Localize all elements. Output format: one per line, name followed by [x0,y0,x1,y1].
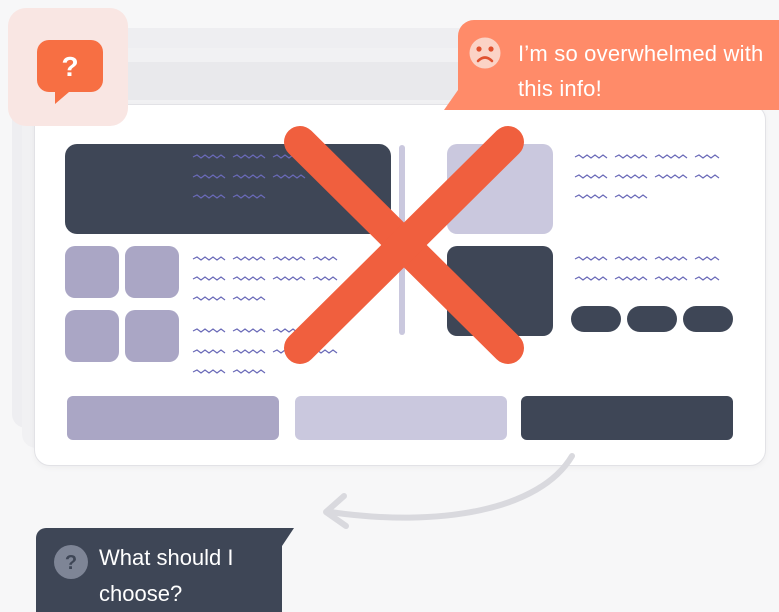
question-text: What should I choose? [99,545,234,606]
squiggle-line [192,154,226,159]
squiggle-line [694,276,720,281]
red-cross-mark [284,126,524,364]
squiggle-line [192,256,226,261]
squiggle-line [694,174,720,179]
squiggle-line [192,328,226,333]
squiggle-line [574,174,608,179]
svg-text:?: ? [65,552,77,574]
squiggle-line [232,256,266,261]
squiggle-line [574,276,608,281]
speech-bubble-text: I’m so overwhelmed with this info! [518,41,764,101]
squiggle-line [232,296,266,301]
sad-face-icon [469,37,501,69]
squiggle-line [232,276,266,281]
squiggle-line [614,256,648,261]
squiggle-line [192,296,226,301]
squiggle-line [654,174,688,179]
squiggle-line [192,174,226,179]
squiggle-line [192,194,226,199]
squiggle-line [232,194,266,199]
question-bubble-icon: ? [37,40,103,104]
squiggle-line [574,154,608,159]
curved-arrow-icon [323,453,575,529]
question-circle-icon: ? [54,545,88,579]
squiggle-line [232,174,266,179]
squiggle-line [614,194,648,199]
squiggle-line [614,174,648,179]
squiggle-line [232,369,266,374]
squiggle-line [192,369,226,374]
squiggle-line [694,154,720,159]
squiggle-line [654,256,688,261]
squiggle-line [574,194,608,199]
squiggle-line [574,256,608,261]
squiggle-line [192,276,226,281]
squiggle-line [232,349,266,354]
squiggle-line [614,276,648,281]
svg-text:?: ? [61,51,78,82]
squiggle-line [654,154,688,159]
squiggle-line [614,154,648,159]
squiggle-line [192,349,226,354]
squiggle-line [694,256,720,261]
squiggle-line [232,154,266,159]
squiggle-line [232,328,266,333]
squiggle-line [654,276,688,281]
